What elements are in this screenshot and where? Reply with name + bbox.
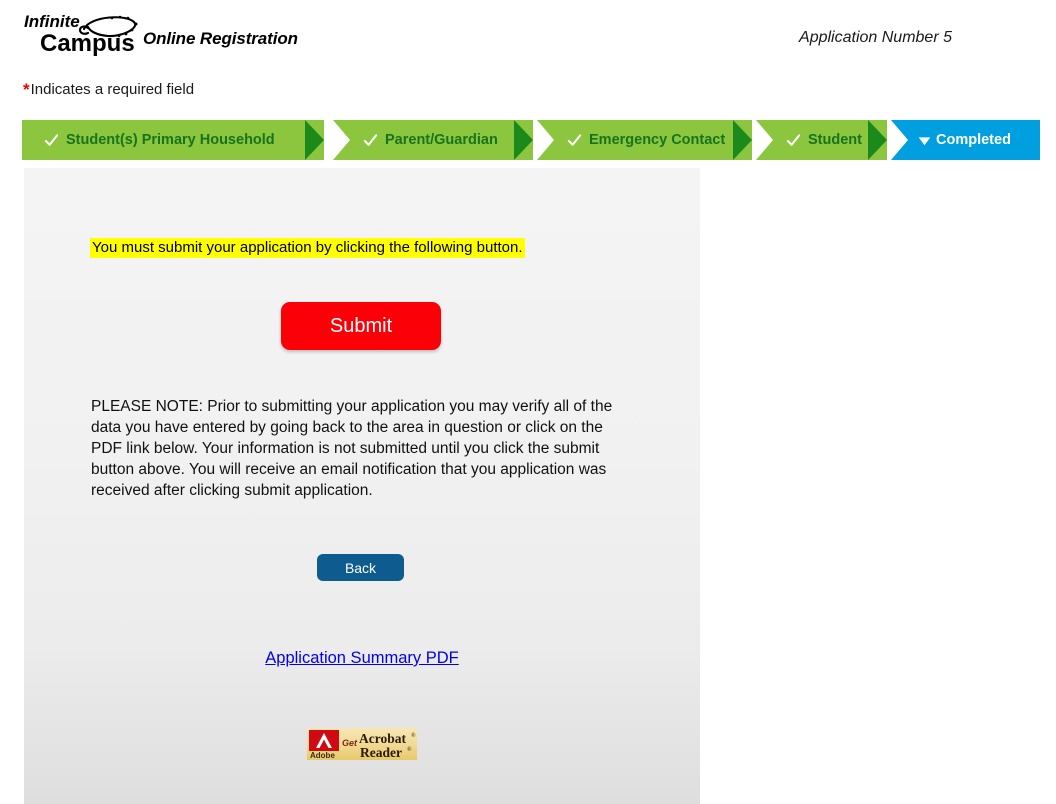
progress-step-parent-guardian[interactable]: Parent/Guardian xyxy=(333,120,533,160)
svg-text:Infinite: Infinite xyxy=(24,12,80,31)
content-panel: You must submit your application by clic… xyxy=(24,168,700,804)
progress-step-student[interactable]: Student xyxy=(756,120,887,160)
svg-text:Acrobat: Acrobat xyxy=(359,731,406,746)
progress-step-label: Emergency Contact xyxy=(589,131,726,148)
triangle-down-icon xyxy=(918,136,931,145)
required-field-note: *Indicates a required field xyxy=(23,80,194,100)
progress-step-completed[interactable]: Completed xyxy=(891,120,1040,160)
svg-text:Reader: Reader xyxy=(360,745,402,760)
progress-step-student-primary-household[interactable]: Student(s) Primary Household xyxy=(22,120,324,160)
required-note-label: Indicates a required field xyxy=(30,81,195,98)
check-icon xyxy=(786,133,801,146)
required-asterisk: * xyxy=(23,80,30,99)
please-note-text: PLEASE NOTE: Prior to submitting your ap… xyxy=(91,398,613,499)
check-icon xyxy=(44,133,59,146)
application-summary-pdf-link[interactable]: Application Summary PDF xyxy=(265,649,458,668)
progress-step-label: Student(s) Primary Household xyxy=(66,131,275,148)
svg-text:Adobe: Adobe xyxy=(310,751,335,760)
infinite-campus-logo: Infinite Campus xyxy=(22,8,152,60)
progress-step-label: Parent/Guardian xyxy=(385,131,498,148)
progress-step-emergency-contact[interactable]: Emergency Contact xyxy=(537,120,752,160)
check-icon xyxy=(567,133,582,146)
progress-step-label: Completed xyxy=(936,131,1011,148)
check-icon xyxy=(363,133,378,146)
page-header: Infinite Campus Online Registration Appl… xyxy=(0,0,1056,70)
submit-instruction-banner: You must submit your application by clic… xyxy=(90,238,525,258)
svg-text:Get: Get xyxy=(342,738,358,748)
application-number: Application Number 5 xyxy=(799,29,952,46)
get-acrobat-reader-badge[interactable]: Adobe Get Acrobat ® Reader ® xyxy=(307,728,417,760)
svg-text:®: ® xyxy=(407,746,412,753)
submit-button[interactable]: Submit xyxy=(281,302,441,350)
campus-swoosh-icon: Infinite Campus xyxy=(24,12,138,57)
back-button[interactable]: Back xyxy=(317,554,404,581)
page-title: Online Registration xyxy=(143,29,298,48)
svg-text:®: ® xyxy=(411,732,416,739)
progress-steps: Student(s) Primary Household Parent/Guar… xyxy=(22,120,1040,160)
progress-step-label: Student xyxy=(808,131,862,148)
